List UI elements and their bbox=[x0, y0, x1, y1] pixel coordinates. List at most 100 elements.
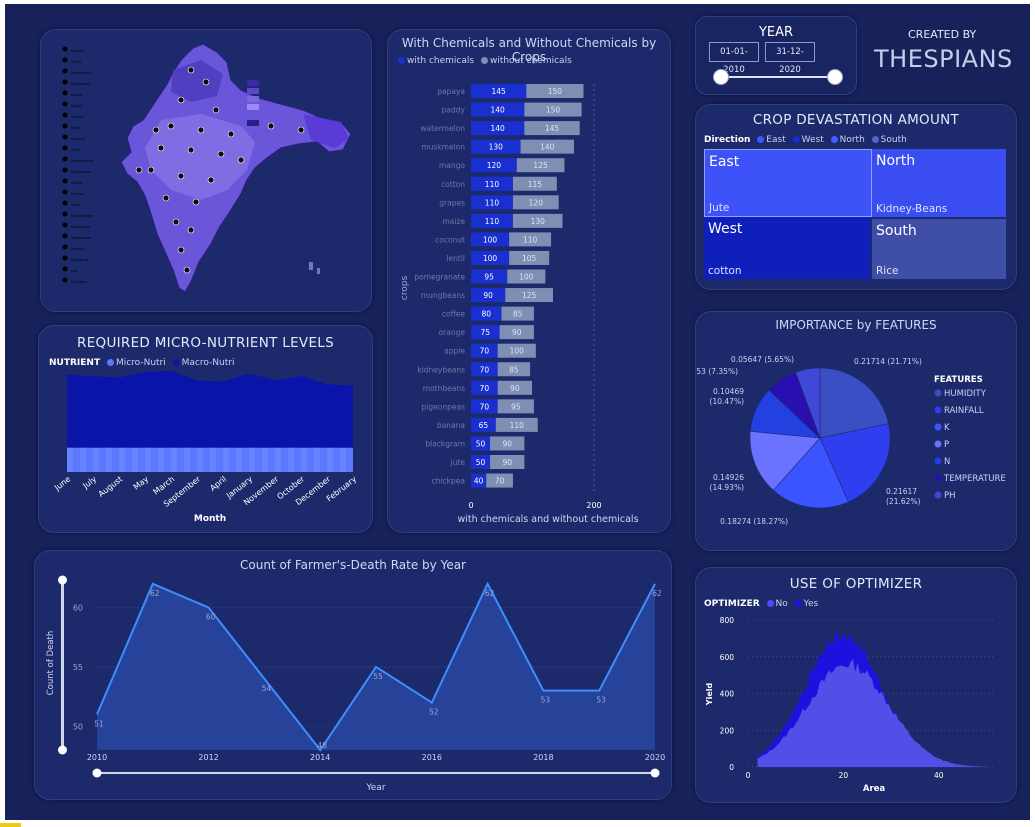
bar-label-with: 80 bbox=[481, 310, 491, 319]
treemap-direction: North bbox=[876, 153, 916, 169]
map-legend-icon bbox=[62, 79, 68, 85]
pie-data-label: 0.18274 (18.27%) bbox=[720, 517, 788, 526]
map-legend-label: Lentil bbox=[71, 148, 80, 152]
pie-legend-label: RAINFALL bbox=[944, 406, 984, 416]
pie-data-label: 0.05647 (5.65%) bbox=[731, 355, 794, 364]
end-date-input[interactable]: 31-12-2020 bbox=[765, 42, 815, 75]
map-legend-icon bbox=[62, 112, 68, 118]
map-legend-label: Pigeonpeas bbox=[71, 236, 91, 240]
y-axis-title: Yield bbox=[705, 683, 714, 707]
chemicals-chart-card: With Chemicals and Without Chemicals by … bbox=[387, 29, 671, 533]
crop-tick-label: apple bbox=[444, 347, 465, 356]
bar-label-with: 145 bbox=[491, 87, 506, 96]
data-label: 54 bbox=[262, 684, 272, 693]
crop-marker-icon bbox=[187, 226, 195, 234]
bar-label-without: 110 bbox=[523, 235, 538, 244]
crop-marker-icon bbox=[147, 166, 155, 174]
treemap-crop: Kidney-Beans bbox=[876, 203, 948, 215]
map-legend-label: Mothbeans bbox=[71, 225, 90, 229]
x-range-slider-handle bbox=[92, 768, 102, 778]
direction-legend-label: Direction bbox=[704, 135, 751, 145]
bar-label-with: 50 bbox=[476, 439, 486, 448]
micro-stripe bbox=[197, 447, 203, 472]
year-slider-track[interactable] bbox=[724, 76, 832, 78]
legend-north: North bbox=[839, 135, 865, 145]
map-region-swatch bbox=[247, 96, 259, 102]
map-legend-icon bbox=[62, 189, 68, 195]
death-area-chart: 51 62 60 54 48 55 52 62 53 53 62 2010 2012 2014 2016 20… bbox=[46, 575, 665, 793]
bar-label-with: 90 bbox=[483, 291, 493, 300]
bar-label-with: 110 bbox=[485, 217, 500, 226]
bar-label-without: 85 bbox=[513, 310, 523, 319]
pie-data-label: 0.21617 bbox=[886, 487, 917, 496]
treemap-cell-south[interactable]: South Rice bbox=[872, 219, 1006, 279]
bar-label-without: 140 bbox=[540, 143, 555, 152]
micro-stripe bbox=[327, 447, 333, 472]
y-tick-label: 60 bbox=[73, 604, 83, 613]
pie-legend-dot bbox=[934, 474, 942, 482]
importance-pie-chart: 0.21714 (21.71%) 0.21617(21.62%) 0.18274 (… bbox=[696, 355, 1006, 526]
crop-tick-label: lentil bbox=[446, 254, 465, 263]
y-axis-title: crops bbox=[400, 276, 410, 301]
bar-label-without: 130 bbox=[531, 217, 546, 226]
bar-label-without: 100 bbox=[519, 273, 534, 282]
x-tick-label: 20 bbox=[839, 771, 849, 780]
pie-data-label: 0.21714 (21.71%) bbox=[854, 357, 922, 366]
map-legend-label: Jute bbox=[70, 269, 78, 273]
month-tick-label: August bbox=[97, 474, 125, 498]
crop-marker-icon bbox=[177, 246, 185, 254]
crop-marker-icon bbox=[162, 194, 170, 202]
micro-stripe bbox=[210, 447, 216, 472]
data-label: 53 bbox=[596, 696, 606, 705]
india-crop-map-card: Papaya Paddy Watermelon Muskmelon Mango Cotto… bbox=[40, 29, 372, 312]
bar-label-without: 90 bbox=[502, 439, 512, 448]
treemap-cell-east[interactable]: East Jute bbox=[704, 149, 872, 217]
bar-label-without: 115 bbox=[528, 180, 543, 189]
crop-marker-icon bbox=[297, 126, 305, 134]
map-legend-label: Mango bbox=[71, 93, 82, 97]
crop-tick-label: coffee bbox=[442, 310, 465, 319]
y-range-slider-handle bbox=[58, 745, 67, 755]
map-legend-icon bbox=[62, 145, 68, 151]
x-tick-label: 2018 bbox=[533, 753, 553, 762]
y-tick-label: 50 bbox=[73, 722, 83, 731]
y-tick-label: 55 bbox=[73, 663, 83, 672]
x-tick-label: 2012 bbox=[198, 753, 218, 762]
year-slider-start-handle[interactable] bbox=[713, 69, 729, 85]
map-legend-icon bbox=[62, 134, 68, 140]
x-tick-label: 40 bbox=[934, 771, 944, 780]
optimizer-card: USE OF OPTIMIZER OPTIMIZER No Yes 0 200 40… bbox=[695, 567, 1017, 803]
map-legend-icon bbox=[62, 68, 68, 74]
start-date-input[interactable]: 01-01-2010 bbox=[709, 42, 759, 75]
crop-marker-icon bbox=[177, 172, 185, 180]
death-rate-card: Count of Farmer's-Death Rate by Year 51 6… bbox=[34, 550, 672, 800]
optimizer-area-chart: 0 200 400 600 800 0 20 40 Yield Area bbox=[705, 616, 996, 794]
bar-label-without: 105 bbox=[522, 254, 537, 263]
year-slider-end-handle[interactable] bbox=[827, 69, 843, 85]
creator-name: THESPIANS bbox=[874, 45, 1013, 73]
pie-legend-label: TEMPERATURE bbox=[943, 474, 1006, 484]
map-legend-label: Pomegranate bbox=[71, 159, 94, 163]
india-map: Papaya Paddy Watermelon Muskmelon Mango Cotto… bbox=[62, 43, 352, 293]
y-tick-label: 200 bbox=[720, 726, 735, 735]
treemap-cell-north[interactable]: North Kidney-Beans bbox=[872, 149, 1006, 217]
x-tick-label: 200 bbox=[586, 501, 601, 510]
bar-label-with: 65 bbox=[479, 421, 489, 430]
crop-tick-label: banana bbox=[437, 421, 465, 430]
data-label: 51 bbox=[94, 719, 104, 728]
map-legend-label: Mungbeans bbox=[71, 170, 91, 174]
micro-stripe bbox=[93, 447, 99, 472]
pie-legend-label: K bbox=[944, 423, 950, 433]
pie-data-label: 0.14926 bbox=[713, 473, 744, 482]
crop-tick-label: chickpea bbox=[432, 477, 465, 486]
map-legend-icon bbox=[62, 178, 68, 184]
treemap-direction: South bbox=[876, 223, 917, 239]
micro-stripe bbox=[314, 447, 320, 472]
map-legend-label: Chickpea bbox=[71, 280, 87, 284]
map-legend-icon bbox=[62, 90, 68, 96]
crop-tick-label: blackgram bbox=[425, 439, 465, 448]
crop-marker-icon bbox=[172, 218, 180, 226]
data-label: 48 bbox=[317, 741, 327, 750]
treemap-cell-west[interactable]: West cotton bbox=[704, 217, 870, 279]
micro-stripe bbox=[80, 447, 86, 472]
